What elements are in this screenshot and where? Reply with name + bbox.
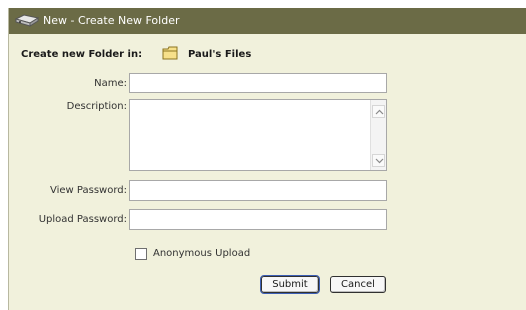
cancel-button[interactable]: Cancel	[330, 276, 386, 293]
anonymous-upload-label: Anonymous Upload	[153, 248, 251, 259]
view-password-input[interactable]	[129, 180, 387, 201]
name-label: Name:	[94, 78, 127, 89]
destination-folder-name: Paul's Files	[188, 49, 252, 60]
chevron-up-icon[interactable]	[372, 105, 385, 118]
description-scrollbar[interactable]	[370, 100, 386, 170]
anonymous-upload-checkbox[interactable]	[135, 248, 147, 260]
chevron-down-icon[interactable]	[372, 154, 385, 167]
drive-icon	[14, 13, 40, 29]
dialog-title: New - Create New Folder	[43, 14, 180, 27]
destination-label: Create new Folder in:	[21, 49, 143, 60]
upload-password-label: Upload Password:	[38, 214, 127, 225]
name-input[interactable]	[129, 73, 387, 93]
folder-icon	[162, 46, 178, 60]
view-password-label: View Password:	[50, 185, 127, 196]
description-textarea[interactable]	[129, 99, 387, 171]
submit-button[interactable]: Submit	[260, 275, 320, 294]
dialog-titlebar: New - Create New Folder	[9, 8, 526, 34]
create-folder-dialog: New - Create New Folder Create new Folde…	[8, 8, 526, 310]
description-label: Description:	[66, 101, 127, 112]
upload-password-input[interactable]	[129, 209, 387, 230]
